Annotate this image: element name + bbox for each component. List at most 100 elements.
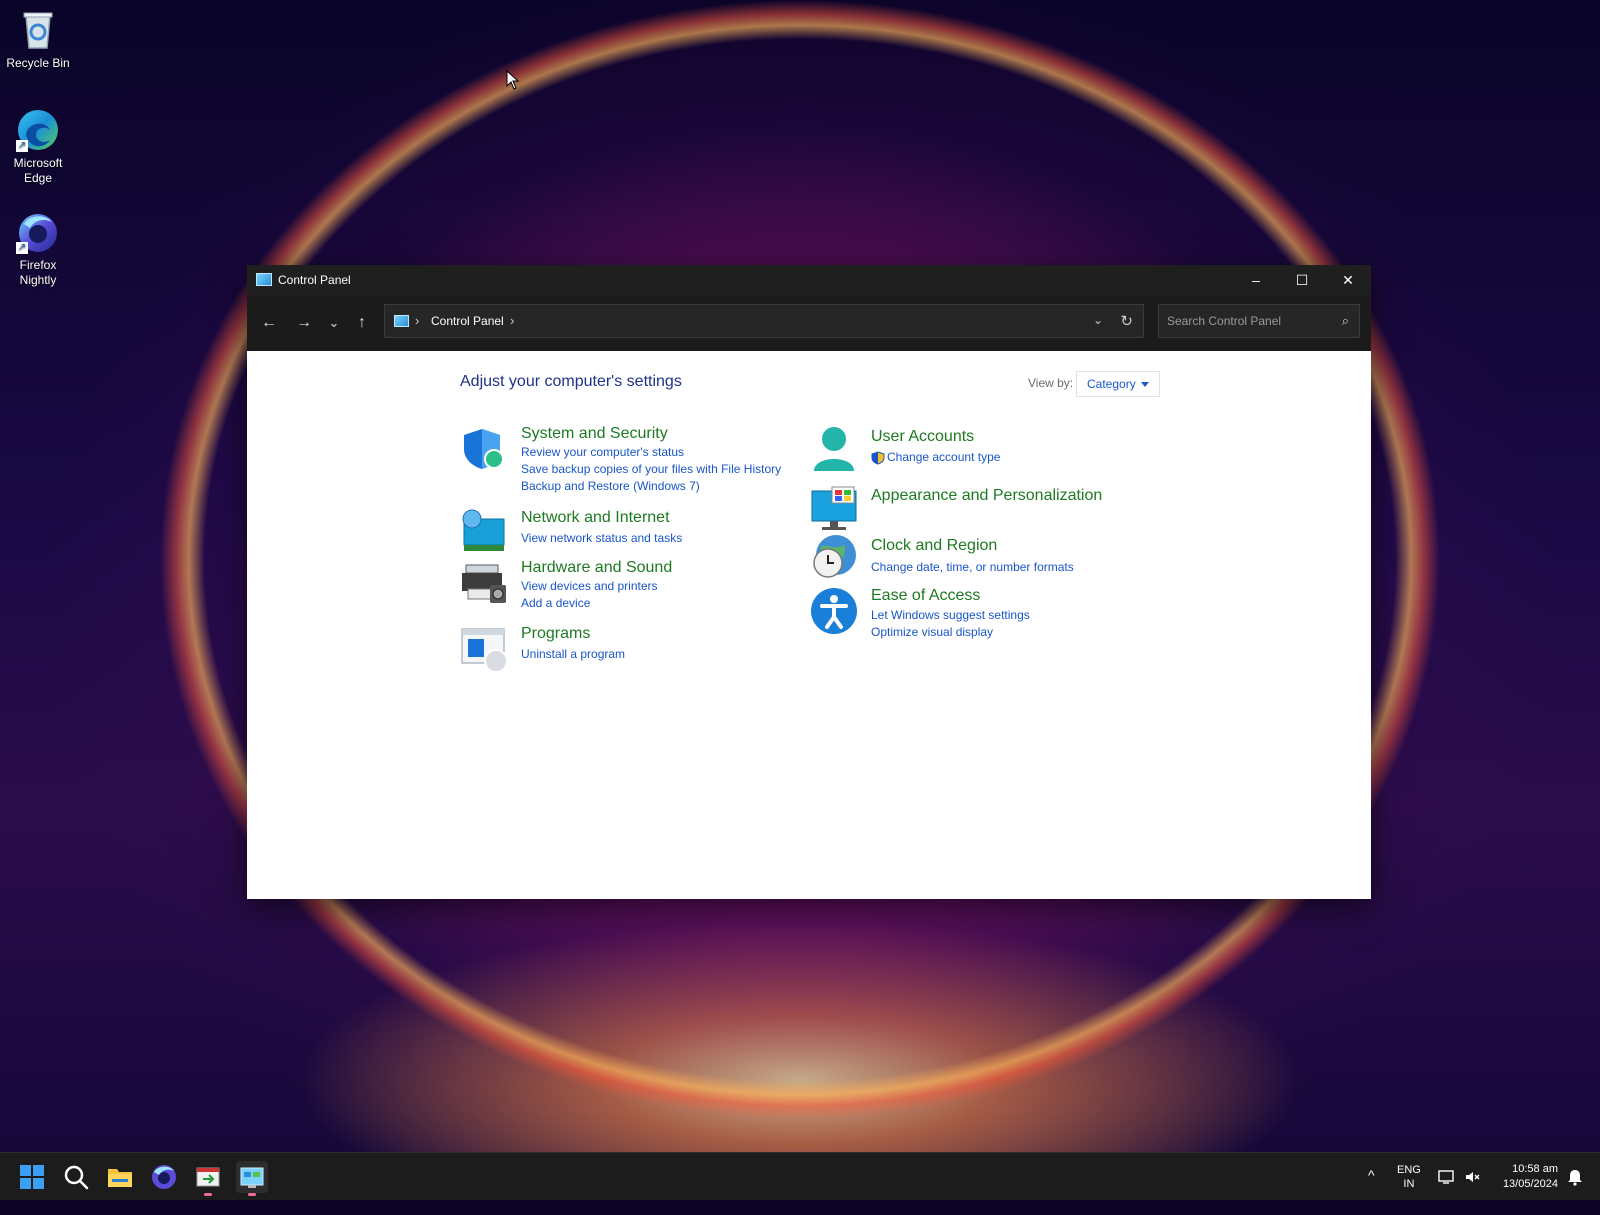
start-button[interactable] bbox=[16, 1161, 48, 1193]
link-uninstall-program[interactable]: Uninstall a program bbox=[521, 647, 625, 661]
shield-icon bbox=[464, 429, 504, 469]
category-title[interactable]: Hardware and Sound bbox=[521, 559, 672, 577]
category-title[interactable]: Programs bbox=[521, 625, 590, 643]
control-panel-icon bbox=[256, 273, 272, 286]
category-title[interactable]: Ease of Access bbox=[871, 587, 980, 605]
link-backup-restore[interactable]: Backup and Restore (Windows 7) bbox=[521, 479, 700, 493]
category-title[interactable]: Appearance and Personalization bbox=[871, 487, 1102, 505]
title-bar[interactable]: Control Panel – ☐ ✕ bbox=[247, 265, 1371, 295]
remote-desktop-icon bbox=[196, 1167, 220, 1187]
printer-icon bbox=[462, 564, 506, 603]
view-by-value: Category bbox=[1087, 377, 1136, 391]
volume-muted-icon[interactable] bbox=[1464, 1169, 1480, 1185]
desktop-icon-recycle-bin[interactable]: Recycle Bin bbox=[4, 8, 72, 71]
remote-app-taskbar-button[interactable] bbox=[192, 1161, 224, 1196]
link-change-account-type[interactable]: Change account type bbox=[887, 450, 1000, 464]
desktop-icon-label: Recycle Bin bbox=[6, 56, 70, 70]
firefox-nightly-icon: ↗ bbox=[16, 210, 60, 254]
shortcut-arrow-icon: ↗ bbox=[16, 242, 28, 254]
control-panel-content: Adjust your computer's settings View by:… bbox=[247, 351, 1371, 899]
desktop: Recycle Bin ↗ Microsoft Edge ↗ Firefox N… bbox=[0, 0, 1600, 1152]
desktop-icon-microsoft-edge[interactable]: ↗ Microsoft Edge bbox=[4, 108, 72, 186]
category-hardware-and-sound: Hardware and Sound View devices and prin… bbox=[460, 559, 800, 610]
firefox-nightly-icon bbox=[152, 1165, 176, 1189]
link-devices-printers[interactable]: View devices and printers bbox=[521, 579, 658, 593]
search-button[interactable] bbox=[60, 1161, 92, 1193]
breadcrumb-separator: › bbox=[415, 313, 420, 328]
dropdown-caret-icon bbox=[1140, 382, 1149, 388]
minimize-button[interactable]: – bbox=[1233, 265, 1279, 295]
navigation-bar: ← → ⌄ ↑ › Control Panel › ⌄ ↻ ⌕ bbox=[247, 295, 1371, 352]
category-network-and-internet: Network and Internet View network status… bbox=[460, 509, 800, 555]
control-panel-icon bbox=[240, 1167, 264, 1188]
running-indicator bbox=[248, 1193, 256, 1196]
recycle-bin-icon bbox=[16, 8, 60, 52]
desktop-icon-label: Firefox Nightly bbox=[19, 258, 57, 287]
forward-button[interactable]: → bbox=[292, 312, 316, 334]
recent-locations-button[interactable]: ⌄ bbox=[322, 312, 346, 334]
notification-bell-icon[interactable] bbox=[1566, 1168, 1584, 1186]
category-clock-and-region: Clock and Region Change date, time, or n… bbox=[810, 533, 1150, 581]
breadcrumb-control-panel[interactable]: Control Panel bbox=[431, 314, 504, 328]
firefox-nightly-taskbar-button[interactable] bbox=[148, 1161, 180, 1193]
link-add-device[interactable]: Add a device bbox=[521, 596, 590, 610]
up-button[interactable]: ↑ bbox=[350, 312, 374, 334]
accessibility-icon bbox=[811, 588, 857, 634]
page-title: Adjust your computer's settings bbox=[460, 373, 682, 390]
uac-shield-icon bbox=[871, 451, 885, 465]
monitor-icon bbox=[811, 486, 857, 530]
address-dropdown-icon[interactable]: ⌄ bbox=[1093, 313, 1103, 327]
link-review-status[interactable]: Review your computer's status bbox=[521, 445, 684, 459]
link-optimize-visual-display[interactable]: Optimize visual display bbox=[871, 625, 993, 639]
category-appearance-and-personalization: Appearance and Personalization bbox=[810, 485, 1150, 533]
category-title[interactable]: System and Security bbox=[521, 425, 668, 443]
running-indicator bbox=[204, 1193, 212, 1196]
link-network-status[interactable]: View network status and tasks bbox=[521, 531, 682, 545]
refresh-icon[interactable]: ↻ bbox=[1120, 312, 1133, 330]
search-icon bbox=[64, 1165, 89, 1190]
category-programs: Programs Uninstall a program bbox=[460, 625, 800, 673]
view-by-label: View by: bbox=[1028, 376, 1074, 390]
file-explorer-button[interactable] bbox=[104, 1161, 136, 1193]
search-box[interactable]: ⌕ bbox=[1158, 304, 1360, 338]
edge-icon: ↗ bbox=[16, 108, 60, 152]
mouse-cursor-icon bbox=[506, 70, 520, 90]
windows-logo-icon bbox=[20, 1165, 44, 1189]
category-title[interactable]: User Accounts bbox=[871, 428, 974, 446]
show-hidden-icons-button[interactable]: ^ bbox=[1368, 1167, 1375, 1215]
language-indicator[interactable]: ENG IN bbox=[1397, 1163, 1421, 1211]
category-title[interactable]: Clock and Region bbox=[871, 537, 997, 555]
category-system-and-security: System and Security Review your computer… bbox=[460, 425, 800, 495]
close-button[interactable]: ✕ bbox=[1325, 265, 1371, 295]
shortcut-arrow-icon: ↗ bbox=[16, 140, 28, 152]
link-windows-suggest-settings[interactable]: Let Windows suggest settings bbox=[871, 608, 1030, 622]
clock-date: 13/05/2024 bbox=[1502, 1178, 1558, 1190]
address-bar[interactable]: › Control Panel › ⌄ ↻ bbox=[384, 304, 1144, 338]
clock-time: 10:58 am bbox=[1512, 1163, 1558, 1175]
link-file-history[interactable]: Save backup copies of your files with Fi… bbox=[521, 462, 781, 476]
back-button[interactable]: ← bbox=[257, 312, 281, 334]
folder-icon bbox=[108, 1169, 132, 1187]
control-panel-taskbar-button[interactable] bbox=[236, 1161, 268, 1196]
breadcrumb-separator[interactable]: › bbox=[510, 313, 514, 328]
network-icon bbox=[462, 509, 505, 551]
view-by-dropdown[interactable]: Category bbox=[1076, 371, 1160, 397]
search-input[interactable] bbox=[1159, 305, 1329, 337]
category-title[interactable]: Network and Internet bbox=[521, 509, 670, 527]
network-status-icon[interactable] bbox=[1438, 1169, 1454, 1185]
category-user-accounts: User Accounts Change account type bbox=[810, 425, 1150, 475]
link-date-time-formats[interactable]: Change date, time, or number formats bbox=[871, 560, 1074, 574]
category-ease-of-access: Ease of Access Let Windows suggest setti… bbox=[810, 587, 1150, 639]
user-icon bbox=[814, 427, 854, 471]
search-icon[interactable]: ⌕ bbox=[1342, 313, 1349, 329]
clock-globe-icon bbox=[813, 535, 856, 578]
language-code: ENG bbox=[1397, 1164, 1421, 1176]
control-panel-window: Control Panel – ☐ ✕ ← → ⌄ ↑ › Control Pa… bbox=[247, 265, 1371, 899]
desktop-icon-label: Microsoft Edge bbox=[13, 156, 63, 185]
desktop-icon-firefox-nightly[interactable]: ↗ Firefox Nightly bbox=[4, 210, 72, 288]
programs-icon bbox=[461, 628, 508, 673]
region-code: IN bbox=[1403, 1178, 1415, 1190]
clock[interactable]: 10:58 am 13/05/2024 bbox=[1490, 1162, 1558, 1210]
maximize-button[interactable]: ☐ bbox=[1279, 265, 1325, 295]
control-panel-icon bbox=[394, 315, 409, 327]
